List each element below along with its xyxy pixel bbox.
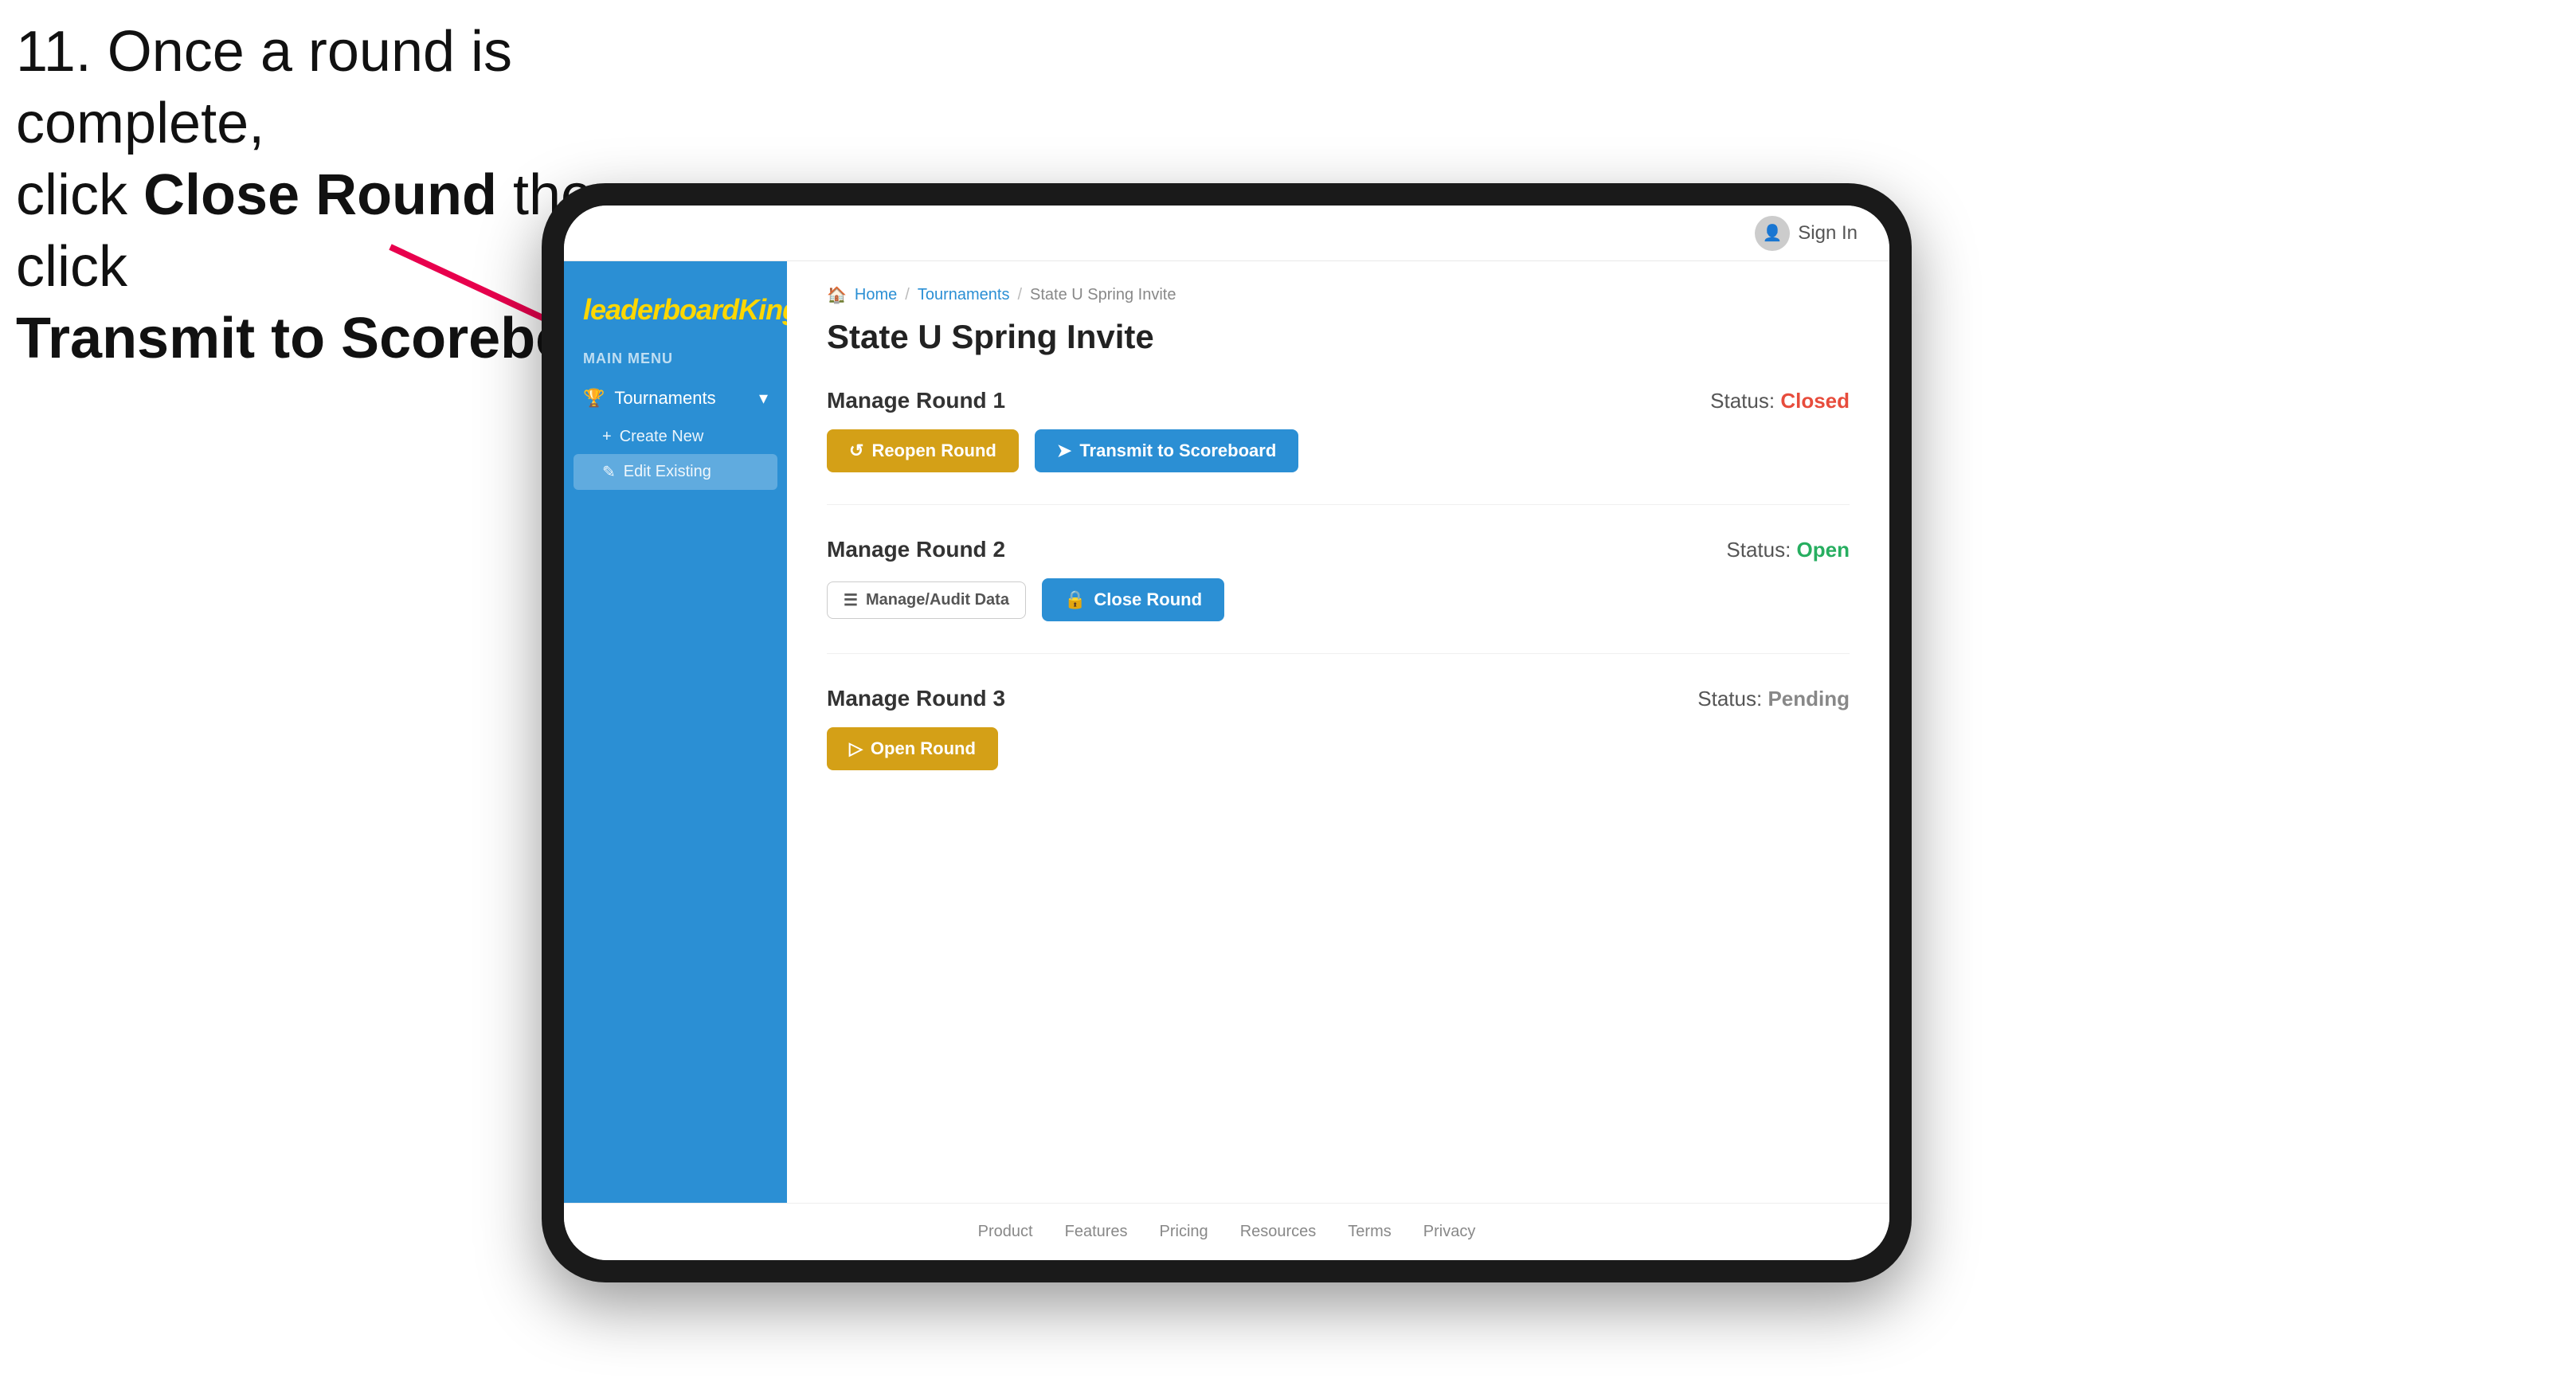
- logo-area: leaderboardKing: [564, 277, 787, 350]
- breadcrumb-tournaments-link[interactable]: Tournaments: [918, 286, 1010, 304]
- round-3-title: Manage Round 3: [827, 686, 1005, 711]
- tablet-device: 👤 Sign In leaderboardKing MAIN MENU 🏆 To…: [542, 183, 1912, 1282]
- footer-pricing[interactable]: Pricing: [1160, 1223, 1208, 1241]
- trophy-icon: 🏆: [583, 388, 605, 409]
- edit-existing-label: Edit Existing: [624, 463, 711, 481]
- instruction-line1: 11. Once a round is complete,: [16, 20, 512, 155]
- app-footer: Product Features Pricing Resources Terms…: [564, 1203, 1889, 1260]
- sign-in-button[interactable]: 👤 Sign In: [1755, 216, 1858, 251]
- lock-icon: 🔒: [1064, 589, 1086, 610]
- round-1-actions: ↺ Reopen Round ➤ Transmit to Scoreboard: [827, 429, 1850, 472]
- round-3-status-value: Pending: [1768, 687, 1850, 711]
- footer-terms[interactable]: Terms: [1348, 1223, 1391, 1241]
- instruction-close-round: Close Round: [143, 163, 497, 227]
- transmit-icon: ➤: [1057, 440, 1071, 461]
- breadcrumb-home-icon: 🏠: [827, 285, 847, 305]
- round-1-header: Manage Round 1 Status: Closed: [827, 388, 1850, 413]
- tournaments-label: Tournaments: [614, 388, 715, 409]
- breadcrumb-sep-2: /: [1017, 286, 1022, 304]
- breadcrumb: 🏠 Home / Tournaments / State U Spring In…: [827, 285, 1850, 305]
- reopen-icon: ↺: [849, 440, 863, 461]
- tablet-screen: 👤 Sign In leaderboardKing MAIN MENU 🏆 To…: [564, 206, 1889, 1260]
- close-round-label: Close Round: [1094, 589, 1202, 610]
- sidebar-item-edit-existing[interactable]: ✎ Edit Existing: [574, 454, 777, 490]
- create-new-label: Create New: [620, 428, 704, 446]
- instruction-line2-prefix: click: [16, 163, 143, 227]
- footer-resources[interactable]: Resources: [1240, 1223, 1317, 1241]
- breadcrumb-home-link[interactable]: Home: [855, 286, 897, 304]
- breadcrumb-sep-1: /: [905, 286, 910, 304]
- round-2-actions: ☰ Manage/Audit Data 🔒 Close Round: [827, 578, 1850, 621]
- round-1-status-value: Closed: [1780, 389, 1850, 413]
- reopen-round-label: Reopen Round: [871, 440, 996, 461]
- app-logo: leaderboardKing: [583, 293, 768, 327]
- tournaments-item-left: 🏆 Tournaments: [583, 388, 716, 409]
- page-title: State U Spring Invite: [827, 318, 1850, 356]
- round-2-header: Manage Round 2 Status: Open: [827, 537, 1850, 562]
- main-content: 🏠 Home / Tournaments / State U Spring In…: [787, 261, 1889, 1203]
- breadcrumb-current: State U Spring Invite: [1030, 286, 1176, 304]
- open-round-label: Open Round: [871, 738, 976, 759]
- round-1-section: Manage Round 1 Status: Closed ↺ Reopen R…: [827, 388, 1850, 505]
- round-2-title: Manage Round 2: [827, 537, 1005, 562]
- round-2-status-value: Open: [1797, 538, 1850, 562]
- round-3-actions: ▷ Open Round: [827, 727, 1850, 770]
- app-header: 👤 Sign In: [564, 206, 1889, 261]
- sidebar-item-create-new[interactable]: + Create New: [564, 420, 787, 454]
- sidebar: leaderboardKing MAIN MENU 🏆 Tournaments …: [564, 261, 787, 1203]
- close-round-button[interactable]: 🔒 Close Round: [1042, 578, 1224, 621]
- transmit-scoreboard-button[interactable]: ➤ Transmit to Scoreboard: [1035, 429, 1298, 472]
- round-3-status: Status: Pending: [1697, 687, 1850, 711]
- edit-icon: ✎: [602, 462, 616, 482]
- open-round-icon: ▷: [849, 738, 863, 759]
- round-1-status: Status: Closed: [1710, 389, 1850, 413]
- main-menu-label: MAIN MENU: [564, 350, 787, 377]
- round-1-title: Manage Round 1: [827, 388, 1005, 413]
- chevron-down-icon: ▾: [759, 388, 768, 409]
- user-avatar-icon: 👤: [1755, 216, 1790, 251]
- footer-product[interactable]: Product: [978, 1223, 1033, 1241]
- open-round-button[interactable]: ▷ Open Round: [827, 727, 998, 770]
- transmit-scoreboard-label: Transmit to Scoreboard: [1079, 440, 1276, 461]
- plus-icon: +: [602, 428, 612, 446]
- round-2-section: Manage Round 2 Status: Open ☰ Manage/Aud…: [827, 537, 1850, 654]
- app-body: leaderboardKing MAIN MENU 🏆 Tournaments …: [564, 261, 1889, 1203]
- reopen-round-button[interactable]: ↺ Reopen Round: [827, 429, 1019, 472]
- round-3-section: Manage Round 3 Status: Pending ▷ Open Ro…: [827, 686, 1850, 802]
- sidebar-item-tournaments[interactable]: 🏆 Tournaments ▾: [564, 377, 787, 420]
- footer-privacy[interactable]: Privacy: [1423, 1223, 1476, 1241]
- footer-features[interactable]: Features: [1065, 1223, 1128, 1241]
- manage-audit-data-button[interactable]: ☰ Manage/Audit Data: [827, 581, 1026, 619]
- manage-audit-label: Manage/Audit Data: [866, 591, 1009, 609]
- round-3-header: Manage Round 3 Status: Pending: [827, 686, 1850, 711]
- round-2-status: Status: Open: [1726, 538, 1850, 562]
- logo-plain: leaderboard: [583, 293, 738, 326]
- audit-icon: ☰: [844, 590, 858, 610]
- sign-in-label: Sign In: [1798, 222, 1858, 245]
